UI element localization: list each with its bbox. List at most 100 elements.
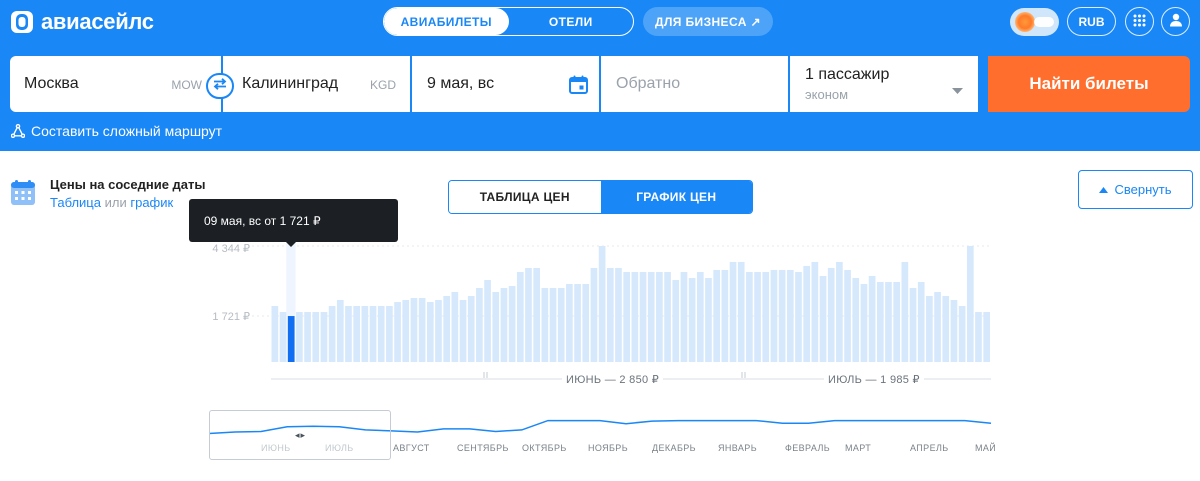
price-bar [426, 302, 434, 362]
price-bar [680, 271, 688, 362]
price-bar [459, 300, 467, 362]
price-bar [484, 279, 491, 362]
price-bar [983, 312, 990, 362]
navigator-month-label: ОКТЯБРЬ [522, 443, 567, 453]
price-bar [893, 281, 900, 362]
price-bar [754, 271, 761, 362]
price-bar [876, 281, 884, 362]
price-bar [320, 312, 328, 362]
price-bar [746, 271, 753, 362]
price-bar [852, 277, 860, 362]
price-bar [901, 261, 909, 362]
price-tooltip: 09 мая, вс от 1 721 ₽ [189, 199, 398, 247]
price-bar [803, 265, 810, 362]
price-bar [647, 271, 655, 362]
price-bar [958, 306, 966, 362]
price-bar [860, 283, 868, 362]
price-bar [656, 271, 663, 362]
price-bar [950, 300, 958, 362]
price-bar [909, 288, 917, 362]
price-bar [885, 281, 892, 362]
price-chart [208, 240, 992, 435]
price-bar [786, 269, 794, 362]
month-summary-july: ИЮЛЬ — 1 985 ₽ [824, 373, 924, 386]
range-selector[interactable]: ◂▸ [209, 410, 391, 460]
price-bar [631, 271, 639, 362]
price-bar [926, 296, 933, 362]
price-bar [729, 261, 737, 362]
price-bar [917, 281, 925, 362]
tooltip-text: 09 мая, вс от 1 721 ₽ [204, 213, 321, 228]
drag-handle-icon[interactable]: ◂▸ [295, 430, 306, 441]
price-bar [606, 267, 614, 362]
swap-button[interactable] [206, 73, 234, 99]
navigator-month-label: ЯНВАРЬ [718, 443, 758, 453]
price-bar [557, 288, 565, 362]
price-bar [312, 312, 320, 362]
price-bar [549, 288, 557, 362]
price-bar [492, 292, 500, 362]
navigator-month-label: НОЯБРЬ [588, 443, 629, 453]
price-bar [336, 300, 344, 362]
price-bar [836, 261, 843, 362]
price-bar [369, 306, 377, 362]
price-bar [868, 275, 876, 362]
price-bar [287, 316, 295, 362]
month-summary-june: ИЮНЬ — 2 850 ₽ [562, 373, 664, 386]
price-bar [377, 306, 385, 362]
aviasales-app: авиасейлс АВИАБИЛЕТЫ ОТЕЛИ ДЛЯ БИЗНЕСА ↗… [0, 0, 1200, 481]
price-bar [770, 269, 778, 362]
price-bar [386, 306, 393, 362]
price-bar [811, 261, 819, 362]
price-bar [410, 298, 418, 362]
navigator-month-label: МАРТ [845, 443, 872, 453]
price-bar [328, 306, 336, 362]
price-bar [394, 302, 401, 362]
navigator-month-label: ФЕВРАЛЬ [785, 443, 831, 453]
price-bar [942, 296, 950, 362]
swap-icon [213, 77, 227, 95]
navigator-month-label: АВГУСТ [393, 443, 430, 453]
price-bar [525, 267, 532, 362]
price-bar [443, 296, 450, 362]
navigator-month-label: ДЕКАБРЬ [652, 443, 696, 453]
price-bar [271, 306, 279, 362]
price-bar [827, 267, 835, 362]
price-bar [737, 261, 745, 362]
price-bar [566, 283, 573, 362]
price-bar [279, 312, 287, 362]
y-tick-min: 1 721 ₽ [212, 311, 250, 323]
price-bar [664, 271, 671, 362]
price-bar [696, 271, 704, 362]
price-bar [574, 283, 581, 362]
price-bar [500, 288, 508, 362]
price-bar [476, 288, 483, 362]
price-bar [844, 269, 851, 362]
navigator-month-label: СЕНТЯБРЬ [457, 443, 509, 453]
price-bar [721, 269, 729, 362]
price-bar [598, 246, 606, 362]
price-bar [590, 267, 598, 362]
price-bar [508, 286, 516, 362]
price-bar [639, 271, 647, 362]
navigator-month-label: МАЙ [975, 443, 997, 453]
price-bar [688, 277, 696, 362]
price-bar [672, 279, 680, 362]
price-bar [541, 288, 549, 362]
navigator-month-label: АПРЕЛЬ [910, 443, 949, 453]
price-bar [975, 312, 982, 362]
price-bar [296, 312, 303, 362]
price-bar [623, 271, 630, 362]
price-bar [762, 271, 770, 362]
price-bar [713, 269, 720, 362]
price-bar [361, 306, 369, 362]
y-tick-max: 4 344 ₽ [212, 243, 250, 255]
price-bar [615, 267, 622, 362]
price-bar [345, 306, 352, 362]
price-bar [418, 298, 426, 362]
price-bar [966, 246, 974, 362]
price-bar [934, 292, 941, 362]
price-bar [402, 300, 410, 362]
price-bar [533, 267, 540, 362]
price-bar [435, 300, 442, 362]
